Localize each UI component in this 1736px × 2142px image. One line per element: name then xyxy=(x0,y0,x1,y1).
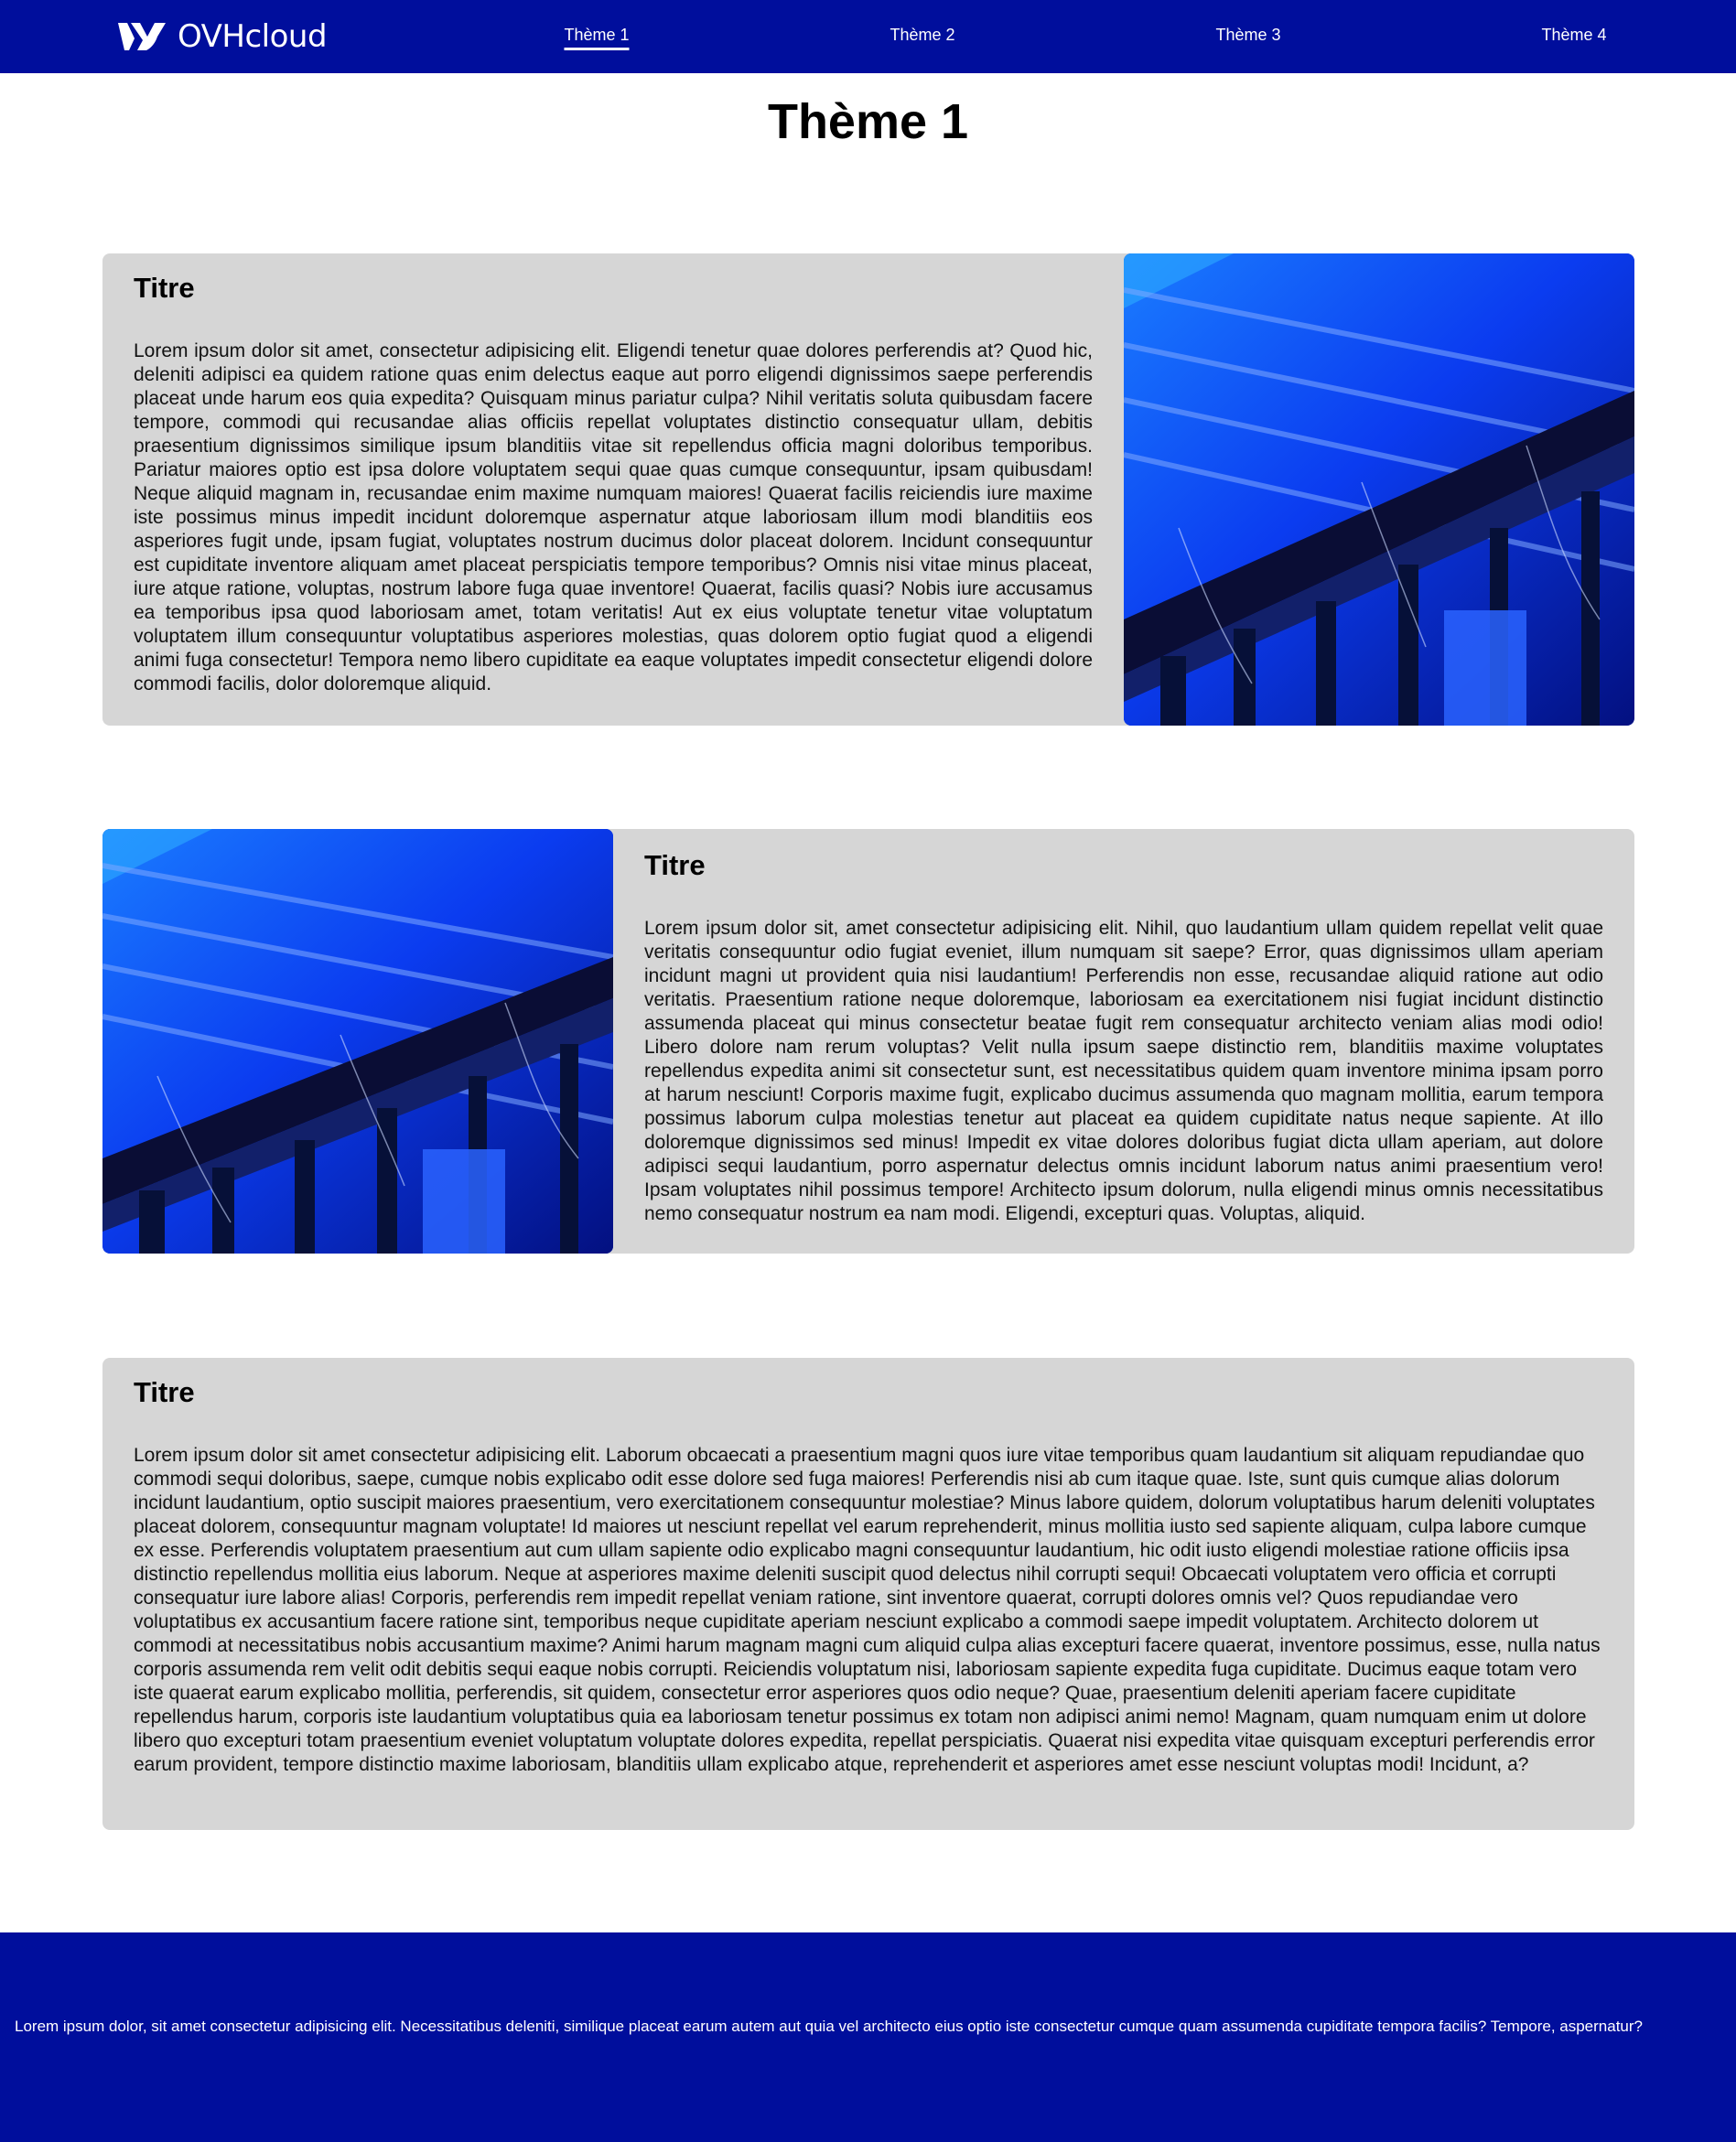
footer-text: Lorem ipsum dolor, sit amet consectetur … xyxy=(15,2018,1643,2035)
content-card-1: Titre Lorem ipsum dolor sit amet, consec… xyxy=(102,253,1634,726)
card-text-block: Titre Lorem ipsum dolor sit amet consect… xyxy=(134,1358,1605,1777)
datacenter-photo-icon xyxy=(1124,253,1634,726)
card-text-block: Titre Lorem ipsum dolor sit, amet consec… xyxy=(644,829,1603,1226)
nav-item-theme-1[interactable]: Thème 1 xyxy=(564,24,630,50)
card-title: Titre xyxy=(134,272,195,304)
card-text-block: Titre Lorem ipsum dolor sit amet, consec… xyxy=(134,253,1093,696)
content-card-3: Titre Lorem ipsum dolor sit amet consect… xyxy=(102,1358,1634,1830)
main-nav: Thème 1 Thème 2 Thème 3 Thème 4 xyxy=(0,0,1736,73)
page-title: Thème 1 xyxy=(767,94,969,149)
page-footer: Lorem ipsum dolor, sit amet consectetur … xyxy=(0,1932,1736,2142)
card-body-text: Lorem ipsum dolor sit amet consectetur a… xyxy=(134,1445,1601,1775)
card-title: Titre xyxy=(644,849,706,881)
card-body-text: Lorem ipsum dolor sit, amet consectetur … xyxy=(644,918,1603,1224)
top-navbar: OVHcloud Thème 1 Thème 2 Thème 3 Thème 4 xyxy=(0,0,1736,73)
nav-item-theme-4[interactable]: Thème 4 xyxy=(1541,24,1606,46)
datacenter-photo-icon xyxy=(102,829,613,1254)
nav-item-theme-2[interactable]: Thème 2 xyxy=(890,24,954,46)
card-body-text: Lorem ipsum dolor sit amet, consectetur … xyxy=(134,340,1093,694)
card-title: Titre xyxy=(134,1376,195,1408)
content-card-2: Titre Lorem ipsum dolor sit, amet consec… xyxy=(102,829,1634,1254)
nav-item-theme-3[interactable]: Thème 3 xyxy=(1215,24,1280,46)
